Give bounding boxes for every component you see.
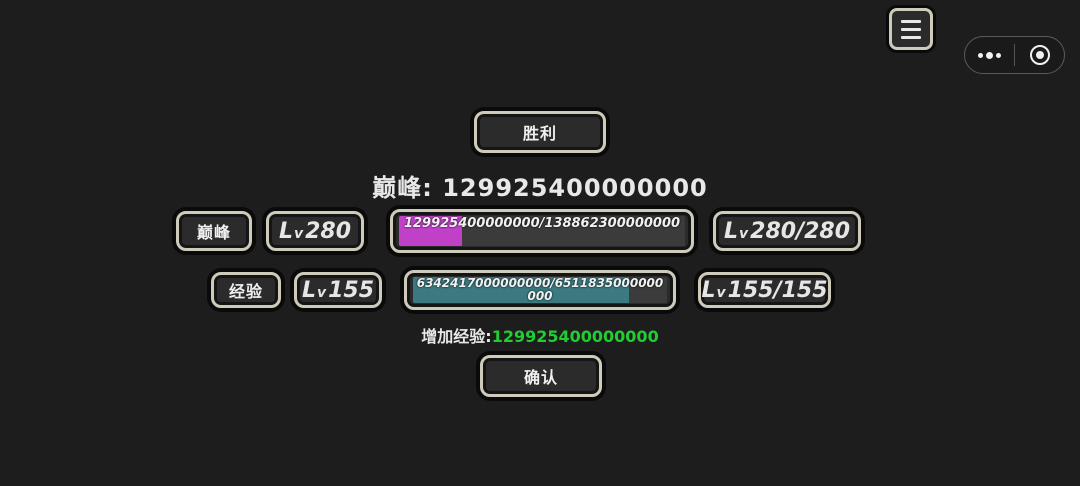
level-prefix-l: L [301, 277, 316, 303]
victory-banner: 胜利 [474, 111, 606, 153]
exp-gain-line: 增加经验:129925400000000 [0, 323, 1080, 347]
exp-max-level: L v 155/155 [701, 278, 827, 303]
victory-label: 胜利 [522, 124, 557, 143]
exp-tag-label: 经验 [228, 282, 263, 301]
exp-level-value: 155 [328, 277, 375, 303]
level-prefix-l: L [701, 277, 716, 303]
more-dots-icon[interactable] [965, 51, 1014, 59]
menu-icon-line [901, 27, 921, 31]
exp-progress-box: 6342417000000000/6511835000000000 [404, 270, 676, 310]
peak-progress-track: 129925400000000/138862300000000 [399, 216, 685, 246]
exp-gain-value: 129925400000000 [491, 327, 659, 346]
menu-icon-line [901, 19, 921, 23]
exp-level-box: L v 155 [294, 272, 382, 308]
exp-progress-text: 6342417000000000/6511835000000000 [416, 277, 664, 303]
level-prefix-v: v [739, 225, 749, 242]
peak-max-level-box: L v 280/280 [713, 211, 861, 251]
peak-level: L v 280 [279, 219, 351, 244]
peak-headline: 巅峰: 129925400000000 [0, 168, 1080, 203]
peak-tag-label: 巅峰 [196, 223, 231, 242]
peak-max-level: L v 280/280 [724, 219, 850, 244]
menu-button[interactable] [889, 8, 933, 50]
peak-level-box: L v 280 [266, 211, 364, 251]
confirm-label: 确认 [523, 368, 558, 387]
peak-max-level-value: 280/280 [750, 218, 851, 244]
level-prefix-l: L [278, 218, 293, 244]
level-prefix-v: v [316, 284, 327, 301]
peak-progress-box: 129925400000000/138862300000000 [390, 209, 694, 253]
peak-headline-value: 129925400000000 [442, 174, 708, 202]
level-prefix-v: v [716, 284, 726, 301]
peak-tag: 巅峰 [176, 211, 252, 251]
exp-max-level-box: L v 155/155 [698, 272, 831, 308]
exp-gain-label: 增加经验: [421, 327, 492, 346]
level-prefix-v: v [293, 225, 304, 242]
confirm-button[interactable]: 确认 [480, 355, 602, 397]
peak-progress-text: 129925400000000/138862300000000 [403, 216, 681, 231]
peak-level-value: 280 [305, 218, 352, 244]
exp-progress-track: 6342417000000000/6511835000000000 [413, 277, 667, 303]
peak-headline-label: 巅峰: [372, 174, 433, 202]
level-prefix-l: L [723, 218, 738, 244]
target-circle-icon[interactable] [1015, 45, 1064, 65]
exp-tag: 经验 [211, 272, 281, 308]
exp-max-level-value: 155/155 [727, 277, 828, 303]
miniprogram-capsule [964, 36, 1065, 74]
exp-level: L v 155 [302, 278, 374, 303]
menu-icon-line [901, 35, 921, 39]
